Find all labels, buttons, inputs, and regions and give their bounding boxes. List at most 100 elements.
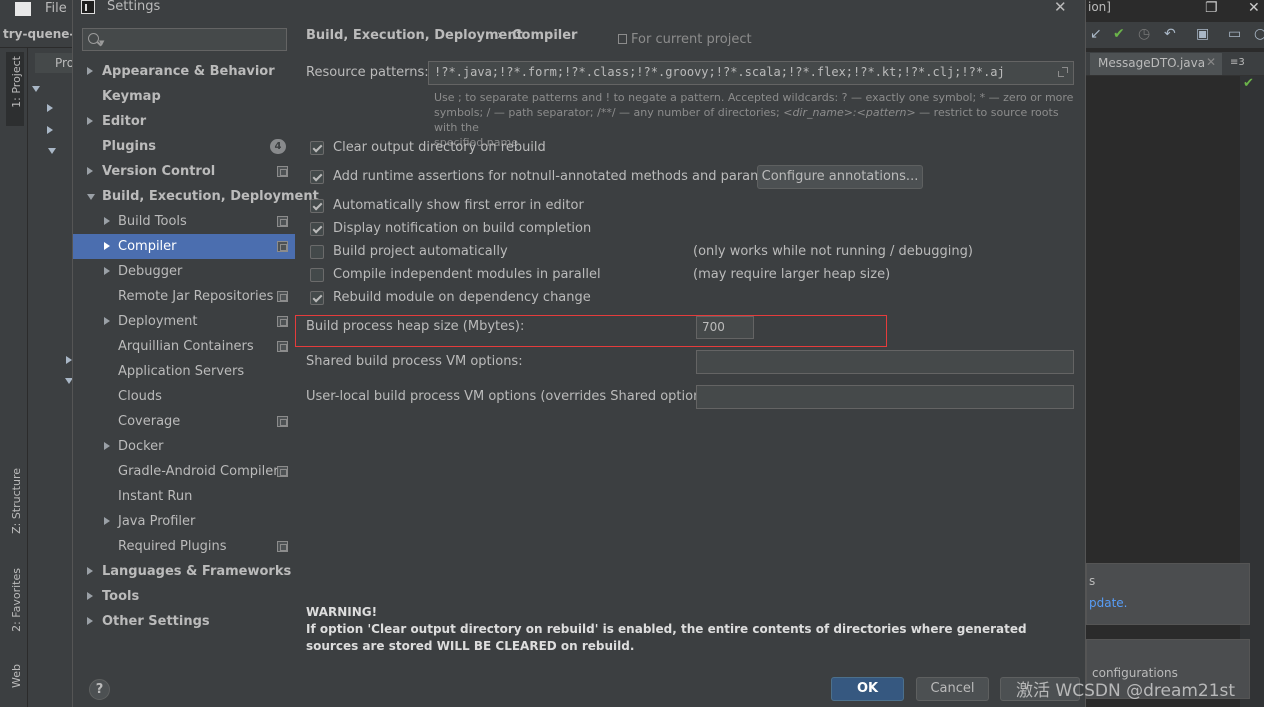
checkbox-label: Clear output directory on rebuild bbox=[333, 140, 546, 155]
tree-item-label: Tools bbox=[102, 589, 140, 604]
checkbox-box[interactable] bbox=[310, 199, 324, 213]
tree-expand-icon[interactable] bbox=[32, 86, 40, 92]
terminal-icon[interactable]: ▭ bbox=[1228, 26, 1241, 42]
close-tab-icon[interactable]: ✕ bbox=[1206, 55, 1216, 69]
expand-arrow-icon[interactable] bbox=[87, 567, 93, 575]
expand-arrow-icon[interactable] bbox=[87, 617, 93, 625]
hint-line-2a: symbols; / — path separator; /**/ — any … bbox=[434, 106, 784, 119]
tree-item-required-plugins[interactable]: Required Plugins bbox=[73, 534, 295, 559]
editor-tab-messagedto[interactable]: MessageDTO.java ✕ bbox=[1090, 53, 1222, 75]
expand-arrow-icon[interactable] bbox=[104, 317, 110, 325]
expand-arrow-icon[interactable] bbox=[104, 517, 110, 525]
structure-icon[interactable]: ▣ bbox=[1196, 26, 1209, 42]
tree-item-label: Instant Run bbox=[118, 489, 193, 504]
configure-annotations-button[interactable]: Configure annotations... bbox=[757, 165, 923, 189]
maximize-icon[interactable]: ❐ bbox=[1205, 0, 1218, 16]
notification-balloon[interactable]: s pdate. bbox=[1086, 563, 1250, 625]
heap-size-value: 700 bbox=[702, 320, 725, 334]
history-icon[interactable]: ◷ bbox=[1138, 26, 1150, 42]
structure-tool-label[interactable]: Z: Structure bbox=[10, 468, 23, 534]
tree-expand-icon[interactable] bbox=[48, 148, 56, 154]
tree-item-label: Required Plugins bbox=[118, 539, 227, 554]
commit-check-icon[interactable]: ✔ bbox=[1113, 26, 1125, 42]
dialog-close-icon[interactable]: ✕ bbox=[1054, 0, 1067, 16]
tree-item-compiler[interactable]: Compiler bbox=[73, 234, 295, 259]
tree-item-gradle-android-compiler[interactable]: Gradle-Android Compiler bbox=[73, 459, 295, 484]
checkbox-label: Build project automatically bbox=[333, 244, 508, 259]
tree-item-label: Compiler bbox=[118, 239, 177, 254]
tree-item-label: Docker bbox=[118, 439, 164, 454]
heap-size-input[interactable]: 700 bbox=[696, 316, 754, 339]
window-close-icon[interactable]: ✕ bbox=[1248, 0, 1260, 16]
tree-item-deployment[interactable]: Deployment bbox=[73, 309, 295, 334]
tree-item-keymap[interactable]: Keymap bbox=[73, 84, 295, 109]
tree-item-appearance-behavior[interactable]: Appearance & Behavior bbox=[73, 59, 295, 84]
tree-item-other-settings[interactable]: Other Settings bbox=[73, 609, 295, 634]
settings-search-box[interactable]: ▼ bbox=[82, 28, 287, 51]
notification-text: s bbox=[1089, 574, 1096, 588]
tree-item-editor[interactable]: Editor bbox=[73, 109, 295, 134]
tree-item-version-control[interactable]: Version Control bbox=[73, 159, 295, 184]
expand-arrow-icon[interactable] bbox=[87, 592, 93, 600]
parallel-compile-note: (may require larger heap size) bbox=[693, 267, 891, 282]
checkbox-box[interactable] bbox=[310, 268, 324, 282]
tree-collapse-icon[interactable] bbox=[47, 104, 53, 112]
ide-app-icon bbox=[15, 2, 31, 16]
checkbox-box[interactable] bbox=[310, 291, 324, 305]
checkbox-box[interactable] bbox=[310, 170, 324, 184]
tab-count[interactable]: ≡3 bbox=[1230, 57, 1245, 68]
tree-item-coverage[interactable]: Coverage bbox=[73, 409, 295, 434]
settings-search-input[interactable] bbox=[107, 31, 282, 48]
ok-button[interactable]: OK bbox=[831, 677, 904, 701]
project-tool-label[interactable]: 1: Project bbox=[10, 56, 23, 108]
expand-arrow-icon[interactable] bbox=[87, 117, 93, 125]
collapse-arrow-icon[interactable] bbox=[87, 194, 95, 200]
favorites-tool-label[interactable]: 2: Favorites bbox=[10, 568, 23, 632]
tree-item-debugger[interactable]: Debugger bbox=[73, 259, 295, 284]
tree-item-build-tools[interactable]: Build Tools bbox=[73, 209, 295, 234]
expand-arrow-icon[interactable] bbox=[104, 442, 110, 450]
checkbox-box[interactable] bbox=[310, 245, 324, 259]
tree-item-languages-frameworks[interactable]: Languages & Frameworks bbox=[73, 559, 295, 584]
project-pane-tab[interactable]: Pro bbox=[35, 53, 74, 73]
tree-collapse-icon[interactable] bbox=[47, 126, 53, 134]
tree-item-plugins[interactable]: Plugins 4 bbox=[73, 134, 295, 159]
web-tool-label[interactable]: Web bbox=[10, 664, 23, 688]
tree-item-application-servers[interactable]: Application Servers bbox=[73, 359, 295, 384]
breadcrumb-parent: Build, Execution, Deployment bbox=[306, 28, 523, 43]
tree-item-java-profiler[interactable]: Java Profiler bbox=[73, 509, 295, 534]
cancel-button[interactable]: Cancel bbox=[916, 677, 989, 701]
arrow-icon[interactable]: ↙ bbox=[1090, 26, 1102, 42]
expand-arrow-icon[interactable] bbox=[104, 217, 110, 225]
ide-project-name[interactable]: try-quene-c bbox=[3, 27, 82, 41]
shared-vm-options-input[interactable] bbox=[696, 350, 1074, 374]
project-level-icon bbox=[277, 341, 288, 352]
checkbox-label: Compile independent modules in parallel bbox=[333, 267, 601, 282]
user-local-vm-options-input[interactable] bbox=[696, 385, 1074, 409]
checkbox-box[interactable] bbox=[310, 222, 324, 236]
search-history-caret-icon[interactable]: ▼ bbox=[99, 39, 104, 47]
dialog-titlebar[interactable]: Settings ✕ bbox=[73, 0, 1087, 16]
search-everywhere-icon[interactable]: ○ bbox=[1254, 26, 1264, 42]
tree-item-tools[interactable]: Tools bbox=[73, 584, 295, 609]
tree-item-label: Languages & Frameworks bbox=[102, 564, 292, 579]
tree-item-clouds[interactable]: Clouds bbox=[73, 384, 295, 409]
checkbox-box[interactable] bbox=[310, 141, 324, 155]
menu-file[interactable]: File bbox=[45, 0, 67, 17]
tree-item-label: Plugins bbox=[102, 139, 156, 154]
expand-arrow-icon[interactable] bbox=[104, 267, 110, 275]
expand-arrow-icon[interactable] bbox=[104, 242, 110, 250]
help-button[interactable]: ? bbox=[89, 679, 110, 700]
expand-arrow-icon[interactable] bbox=[87, 67, 93, 75]
resource-patterns-input[interactable]: !?*.java;!?*.form;!?*.class;!?*.groovy;!… bbox=[428, 61, 1074, 85]
project-level-icon bbox=[277, 241, 288, 252]
expand-field-icon[interactable] bbox=[1058, 67, 1068, 77]
revert-icon[interactable]: ↶ bbox=[1164, 26, 1176, 42]
tree-item-arquillian-containers[interactable]: Arquillian Containers bbox=[73, 334, 295, 359]
tree-item-docker[interactable]: Docker bbox=[73, 434, 295, 459]
tree-item-build-execution-deployment[interactable]: Build, Execution, Deployment bbox=[73, 184, 319, 209]
notification-link[interactable]: pdate. bbox=[1089, 596, 1128, 610]
tree-item-instant-run[interactable]: Instant Run bbox=[73, 484, 295, 509]
tree-item-remote-jar-repositories[interactable]: Remote Jar Repositories bbox=[73, 284, 295, 309]
expand-arrow-icon[interactable] bbox=[87, 167, 93, 175]
